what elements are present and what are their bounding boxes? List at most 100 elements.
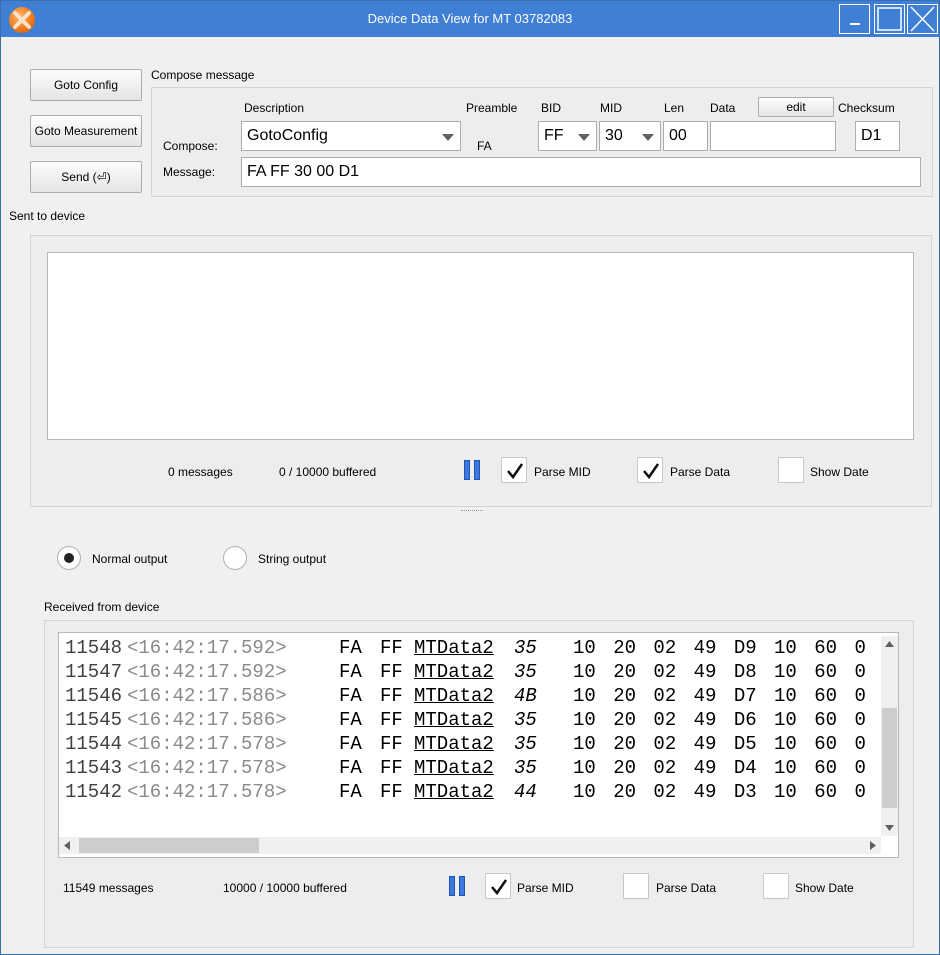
checksum-header: Checksum <box>838 101 895 115</box>
received-parse-mid-label: Parse MID <box>517 881 574 895</box>
sent-buffered-count: 0 / 10000 buffered <box>279 465 377 479</box>
goto-measurement-button[interactable]: Goto Measurement <box>30 115 142 147</box>
row-data: 10 20 02 49 D4 10 60 0 <box>573 757 866 779</box>
row-index: 11545 <box>65 709 123 731</box>
checkmark-icon <box>491 879 508 896</box>
scroll-up-icon[interactable] <box>881 636 898 653</box>
row-len: 35 <box>514 757 537 779</box>
row-preamble: FA <box>339 637 362 659</box>
string-output-radio[interactable] <box>223 546 247 570</box>
row-data: 10 20 02 49 D3 10 60 0 <box>573 781 866 803</box>
vertical-scrollbar[interactable] <box>881 636 898 836</box>
row-len: 35 <box>514 661 537 683</box>
row-mid-link[interactable]: MTData2 <box>414 636 494 660</box>
received-show-date-checkbox[interactable] <box>763 873 789 899</box>
normal-output-radio[interactable] <box>57 546 81 570</box>
chevron-down-icon <box>578 134 590 141</box>
chevron-down-icon <box>642 134 654 141</box>
row-preamble: FA <box>339 781 362 803</box>
log-row[interactable]: 11546 <16:42:17.586> FA FF MTData2 4B 10… <box>59 684 885 708</box>
minimize-button[interactable] <box>839 4 870 34</box>
row-mid-link[interactable]: MTData2 <box>414 660 494 684</box>
row-index: 11548 <box>65 637 123 659</box>
edit-data-button[interactable]: edit <box>758 97 834 117</box>
goto-config-button[interactable]: Goto Config <box>30 69 142 101</box>
received-parse-mid-checkbox[interactable] <box>485 873 511 899</box>
row-bid: FF <box>380 781 403 803</box>
row-index: 11547 <box>65 661 123 683</box>
checkmark-icon <box>643 463 660 480</box>
title-bar[interactable]: Device Data View for MT 03782083 <box>1 1 939 37</box>
row-len: 35 <box>514 709 537 731</box>
row-data: 10 20 02 49 D5 10 60 0 <box>573 733 866 755</box>
scroll-left-icon[interactable] <box>59 837 76 854</box>
row-mid-link[interactable]: MTData2 <box>414 780 494 804</box>
description-value: GotoConfig <box>247 127 328 144</box>
horizontal-scroll-thumb[interactable] <box>79 838 259 853</box>
received-parse-data-label: Parse Data <box>656 881 717 895</box>
row-preamble: FA <box>339 733 362 755</box>
compose-group-title: Compose message <box>151 68 255 82</box>
sent-message-count: 0 messages <box>168 465 233 479</box>
len-field[interactable]: 00 <box>663 121 708 151</box>
vertical-scroll-thumb[interactable] <box>882 708 897 808</box>
sent-parse-mid-label: Parse MID <box>534 465 591 479</box>
horizontal-scrollbar[interactable] <box>59 837 881 854</box>
row-data: 10 20 02 49 D8 10 60 0 <box>573 661 866 683</box>
row-mid-link[interactable]: MTData2 <box>414 684 494 708</box>
row-mid-link[interactable]: MTData2 <box>414 756 494 780</box>
sent-messages-list[interactable] <box>47 252 914 440</box>
row-preamble: FA <box>339 661 362 683</box>
row-timestamp: <16:42:17.586> <box>127 685 287 707</box>
log-row[interactable]: 11543 <16:42:17.578> FA FF MTData2 35 10… <box>59 756 885 780</box>
row-mid-link[interactable]: MTData2 <box>414 732 494 756</box>
window-title: Device Data View for MT 03782083 <box>367 11 573 26</box>
row-timestamp: <16:42:17.578> <box>127 733 287 755</box>
received-parse-data-checkbox[interactable] <box>623 873 649 899</box>
row-len: 35 <box>514 637 537 659</box>
row-index: 11542 <box>65 781 123 803</box>
log-row[interactable]: 11547 <16:42:17.592> FA FF MTData2 35 10… <box>59 660 885 684</box>
row-len: 35 <box>514 733 537 755</box>
log-row[interactable]: 11542 <16:42:17.578> FA FF MTData2 44 10… <box>59 780 885 804</box>
bid-value: FF <box>544 127 564 144</box>
sent-show-date-checkbox[interactable] <box>778 457 804 483</box>
row-preamble: FA <box>339 685 362 707</box>
close-icon <box>910 6 935 32</box>
send-button[interactable]: Send (⏎) <box>30 161 142 193</box>
data-header: Data <box>710 101 736 115</box>
bid-combo[interactable]: FF <box>538 121 597 151</box>
log-row[interactable]: 11548 <16:42:17.592> FA FF MTData2 35 10… <box>59 636 885 660</box>
received-pause-icon[interactable] <box>449 876 465 896</box>
row-data: 10 20 02 49 D9 10 60 0 <box>573 637 866 659</box>
compose-label: Compose: <box>163 139 218 153</box>
splitter-handle[interactable] <box>461 510 483 512</box>
row-bid: FF <box>380 757 403 779</box>
sent-pause-icon[interactable] <box>464 460 480 480</box>
description-combo[interactable]: GotoConfig <box>241 121 461 151</box>
close-button[interactable] <box>907 4 938 34</box>
scroll-right-icon[interactable] <box>864 837 881 854</box>
row-index: 11546 <box>65 685 123 707</box>
row-bid: FF <box>380 661 403 683</box>
row-timestamp: <16:42:17.578> <box>127 781 287 803</box>
row-preamble: FA <box>339 757 362 779</box>
mid-combo[interactable]: 30 <box>599 121 661 151</box>
len-header: Len <box>664 101 685 115</box>
sent-parse-data-checkbox[interactable] <box>637 457 663 483</box>
data-field[interactable] <box>710 121 836 151</box>
row-len: 4B <box>514 685 537 707</box>
log-row[interactable]: 11545 <16:42:17.586> FA FF MTData2 35 10… <box>59 708 885 732</box>
maximize-button[interactable] <box>874 4 905 34</box>
received-group-title: Received from device <box>44 600 160 614</box>
message-field[interactable]: FA FF 30 00 D1 <box>241 157 921 187</box>
log-row[interactable]: 11544 <16:42:17.578> FA FF MTData2 35 10… <box>59 732 885 756</box>
sent-parse-mid-checkbox[interactable] <box>501 457 527 483</box>
scroll-down-icon[interactable] <box>881 819 898 836</box>
description-header: Description <box>244 101 305 115</box>
checksum-field[interactable]: D1 <box>855 121 900 151</box>
row-mid-link[interactable]: MTData2 <box>414 708 494 732</box>
maximize-icon <box>877 7 902 31</box>
string-output-label: String output <box>258 552 327 566</box>
preamble-header: Preamble <box>466 101 518 115</box>
